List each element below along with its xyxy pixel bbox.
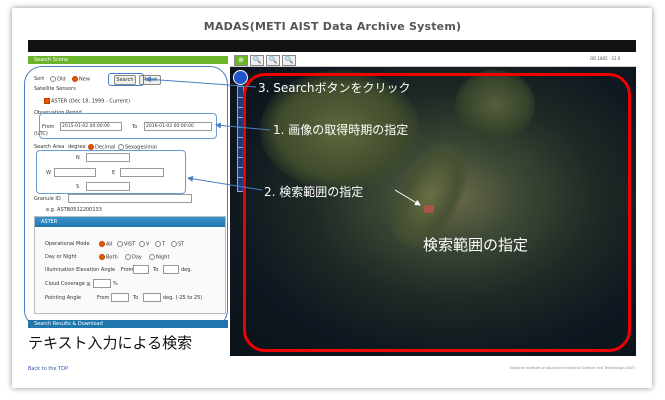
- results-label: Search Results & Download: [34, 321, 103, 327]
- text-search-caption: テキスト入力による検索: [28, 334, 193, 352]
- footer-credit: National Institute of Advanced Industria…: [510, 366, 636, 370]
- map-area-arrow: [394, 189, 421, 206]
- step2-arrow: [187, 175, 263, 191]
- back-to-top-link[interactable]: Back to the TOP: [28, 366, 68, 372]
- search-results-bar[interactable]: Search Results & Download: [28, 320, 228, 328]
- step1-arrow: [215, 122, 271, 131]
- step3-arrow: [145, 76, 257, 88]
